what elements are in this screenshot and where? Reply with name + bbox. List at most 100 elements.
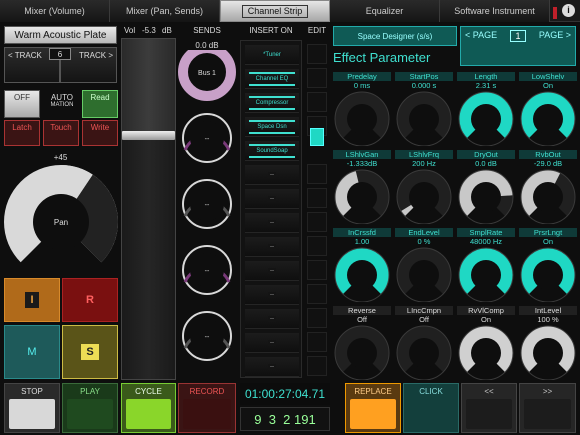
param-knob[interactable] bbox=[519, 168, 579, 224]
send-knob[interactable]: Bus 1 bbox=[178, 50, 236, 101]
page-prev-button[interactable]: < PAGE bbox=[465, 30, 497, 40]
param-knob[interactable] bbox=[457, 246, 517, 302]
insert-slot[interactable]: -- bbox=[245, 333, 299, 353]
cycle-button[interactable]: CYCLE bbox=[121, 383, 176, 433]
param-knob[interactable] bbox=[333, 246, 393, 302]
input-monitor-button[interactable]: I bbox=[4, 278, 60, 322]
param-knob[interactable] bbox=[519, 90, 579, 146]
edit-slot-button[interactable] bbox=[307, 212, 327, 232]
automation-off-button[interactable]: OFF bbox=[4, 90, 40, 118]
edit-slot-button[interactable] bbox=[307, 356, 327, 376]
automation-touch-button[interactable]: Touch bbox=[43, 120, 79, 146]
edit-slot-button[interactable] bbox=[307, 236, 327, 256]
pan-label: Pan bbox=[54, 218, 68, 227]
play-button[interactable]: PLAY bbox=[62, 383, 118, 433]
record-indicator bbox=[553, 7, 557, 19]
insert-slot[interactable]: -- bbox=[245, 213, 299, 233]
insert-slot[interactable]: Space Dsn bbox=[245, 117, 299, 137]
param-knob[interactable] bbox=[457, 324, 517, 380]
sends-knobs[interactable]: Bus 1 -- -- -- -- bbox=[178, 50, 238, 380]
param-knob[interactable] bbox=[333, 168, 393, 224]
track-name[interactable]: Warm Acoustic Plate bbox=[4, 26, 117, 44]
click-button[interactable]: CLICK bbox=[403, 383, 459, 433]
param-knob[interactable] bbox=[395, 246, 455, 302]
param-name: Reverse bbox=[333, 306, 391, 315]
record-enable-label: R bbox=[86, 294, 94, 306]
edit-slot-button[interactable] bbox=[307, 308, 327, 328]
solo-button[interactable]: S bbox=[62, 325, 118, 379]
automation-write-button[interactable]: Write bbox=[82, 120, 118, 146]
insert-slot[interactable]: -- bbox=[245, 309, 299, 329]
tab-mixer-pan-sends[interactable]: Mixer (Pan, Sends) bbox=[110, 0, 220, 22]
automation-read-button[interactable]: Read bbox=[82, 90, 118, 118]
edit-slot-button[interactable] bbox=[307, 284, 327, 304]
insert-slot[interactable]: -- bbox=[245, 357, 299, 377]
page-next-button[interactable]: PAGE > bbox=[539, 30, 571, 40]
volume-fader-cap[interactable] bbox=[122, 130, 175, 140]
insert-slot[interactable]: SoundSoap bbox=[245, 141, 299, 161]
param-knob[interactable] bbox=[519, 324, 579, 380]
insert-slot-label: Channel EQ bbox=[253, 75, 291, 82]
edit-slot-button[interactable] bbox=[307, 260, 327, 280]
insert-slot-label: -- bbox=[268, 171, 276, 178]
insert-slot[interactable]: -- bbox=[245, 261, 299, 281]
record-button[interactable]: RECORD bbox=[178, 383, 236, 433]
insert-slot-label: -- bbox=[268, 339, 276, 346]
send-knob-label: -- bbox=[205, 136, 210, 143]
record-enable-button[interactable]: R bbox=[62, 278, 118, 322]
edit-slot-button[interactable] bbox=[307, 92, 327, 112]
tab-channel-strip[interactable]: Channel Strip bbox=[220, 0, 330, 22]
pan-knob[interactable]: Pan bbox=[2, 162, 120, 272]
param-knob[interactable] bbox=[333, 90, 393, 146]
insert-slot[interactable]: -- bbox=[245, 237, 299, 257]
edit-slot-button[interactable] bbox=[307, 164, 327, 184]
send-knob[interactable]: -- bbox=[182, 245, 232, 295]
edit-slot-button[interactable] bbox=[307, 332, 327, 352]
channel-strip-screen: Mixer (Volume) Mixer (Pan, Sends) Channe… bbox=[0, 0, 580, 435]
param-knob[interactable] bbox=[395, 168, 455, 224]
edit-slot-button[interactable] bbox=[307, 44, 327, 64]
insert-slot[interactable]: -- bbox=[245, 189, 299, 209]
tab-software-instrument[interactable]: Software Instrument bbox=[440, 0, 550, 22]
insert-slot[interactable]: *Tuner bbox=[245, 45, 299, 65]
insert-slot-label: *Tuner bbox=[261, 51, 283, 58]
insert-slot[interactable]: Channel EQ bbox=[245, 69, 299, 89]
send-knob[interactable]: -- bbox=[182, 113, 232, 163]
insert-slot-label: -- bbox=[268, 291, 276, 298]
mute-button[interactable]: M bbox=[4, 325, 60, 379]
param-name: RvbOut bbox=[519, 150, 577, 159]
stop-button[interactable]: STOP bbox=[4, 383, 60, 433]
automation-latch-button[interactable]: Latch bbox=[4, 120, 40, 146]
edit-slot-button[interactable] bbox=[310, 128, 324, 146]
tab-equalizer[interactable]: Equalizer bbox=[330, 0, 440, 22]
volume-value: -5.3 bbox=[142, 26, 156, 35]
send-knob[interactable]: -- bbox=[182, 311, 232, 361]
replace-button[interactable]: REPLACE bbox=[345, 383, 401, 433]
param-knob[interactable] bbox=[457, 168, 517, 224]
insert-slot[interactable]: -- bbox=[245, 165, 299, 185]
send-knob-label: -- bbox=[205, 202, 210, 209]
rewind-button[interactable]: << bbox=[461, 383, 517, 433]
plugin-name-button[interactable]: Space Designer (s/s) bbox=[333, 26, 457, 46]
insert-slot-label: -- bbox=[268, 219, 276, 226]
tab-mixer-volume[interactable]: Mixer (Volume) bbox=[0, 0, 110, 22]
param-knob[interactable] bbox=[333, 324, 393, 380]
edit-slot-button[interactable] bbox=[307, 188, 327, 208]
insert-slot[interactable]: Compressor bbox=[245, 93, 299, 113]
insert-slots: *Tuner Channel EQ Compressor Space Dsn Sound… bbox=[240, 40, 302, 378]
param-value: 2.31 s bbox=[475, 81, 497, 90]
send-knob-label: -- bbox=[205, 268, 210, 275]
fast-forward-button[interactable]: >> bbox=[519, 383, 576, 433]
param-knob[interactable] bbox=[519, 246, 579, 302]
param-value: 1.00 bbox=[354, 237, 370, 246]
param-knob[interactable] bbox=[457, 90, 517, 146]
info-icon[interactable]: i bbox=[562, 4, 575, 17]
edit-slot-button[interactable] bbox=[307, 68, 327, 88]
volume-unit: dB bbox=[162, 26, 172, 35]
param-knob[interactable] bbox=[395, 324, 455, 380]
volume-fader[interactable] bbox=[121, 38, 176, 380]
send-knob[interactable]: -- bbox=[182, 179, 232, 229]
param-name: RvVlComp bbox=[457, 306, 515, 315]
param-knob[interactable] bbox=[395, 90, 455, 146]
insert-slot[interactable]: -- bbox=[245, 285, 299, 305]
